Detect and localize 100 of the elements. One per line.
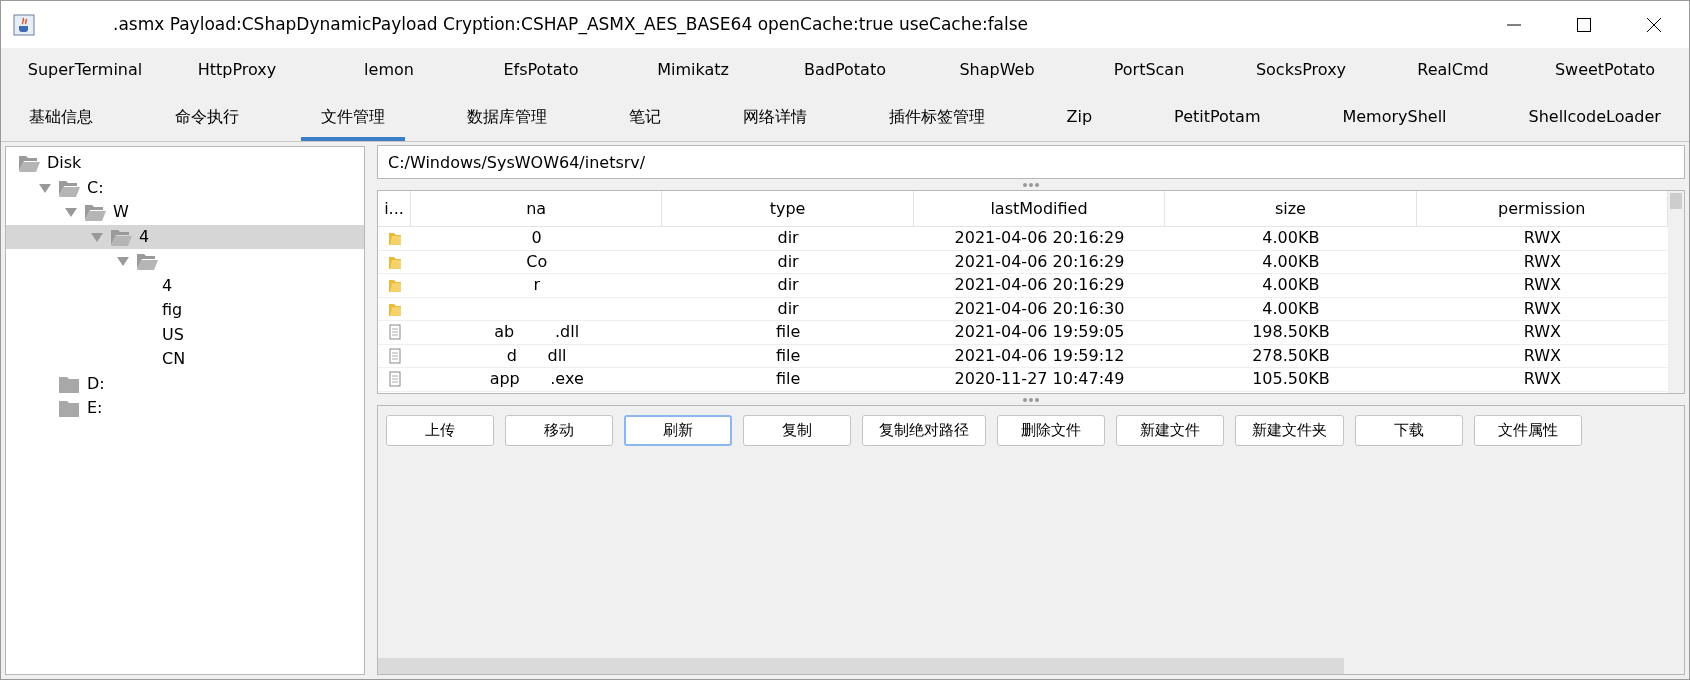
column-header[interactable]: i... bbox=[378, 191, 411, 227]
plugin-tab[interactable]: ShapWeb bbox=[921, 58, 1073, 82]
table-cell: dir bbox=[777, 274, 799, 297]
window-title: .asmx Payload:CShapDynamicPayload Cryption:CSHAP_ASMX_AES_BASE64 openCache:true useCache:false bbox=[113, 12, 1029, 37]
action-button[interactable]: 文件属性 bbox=[1474, 415, 1582, 446]
table-cell: dir bbox=[777, 297, 799, 320]
table-cell: 4.00KB bbox=[1262, 297, 1320, 320]
tree-item[interactable]: Disk bbox=[47, 151, 82, 176]
expand-arrow-icon[interactable] bbox=[90, 230, 104, 243]
table-cell: RWX bbox=[1523, 321, 1561, 344]
folder-icon bbox=[387, 277, 402, 294]
table-cell: 198.50KB bbox=[1252, 321, 1330, 344]
table-cell: r bbox=[533, 274, 540, 297]
table-cell: RWX bbox=[1523, 227, 1561, 250]
table-cell: 2020-11-27 10:47:49 bbox=[954, 368, 1125, 391]
tree-item[interactable]: C: bbox=[87, 175, 104, 200]
tree-item[interactable]: D: bbox=[87, 371, 105, 396]
table-cell: 2021-04-06 20:16:30 bbox=[954, 297, 1125, 320]
table-cell: 2021-04-06 19:59:12 bbox=[954, 344, 1125, 367]
table-cell: Co bbox=[526, 250, 548, 273]
action-button[interactable]: 移动 bbox=[505, 415, 613, 446]
tree-item[interactable]: fig bbox=[162, 298, 183, 323]
column-header[interactable]: type bbox=[662, 191, 914, 227]
table-cell: d dll bbox=[506, 344, 567, 367]
table-cell: 2021-04-06 19:59:05 bbox=[954, 321, 1125, 344]
column-header[interactable]: lastModified bbox=[913, 191, 1166, 227]
tree-item[interactable]: E: bbox=[87, 396, 103, 421]
tab[interactable]: 基础信息 bbox=[9, 92, 113, 141]
table-cell: 4.00KB bbox=[1262, 250, 1320, 273]
file-icon bbox=[387, 347, 402, 364]
table-cell: 4.00KB bbox=[1262, 274, 1320, 297]
table-cell: file bbox=[775, 368, 801, 391]
maximize-icon bbox=[1576, 16, 1592, 33]
file-icon bbox=[387, 324, 402, 341]
tree-item[interactable]: 4 bbox=[139, 224, 150, 249]
table-cell: 278.50KB bbox=[1252, 344, 1330, 367]
plugin-tab[interactable]: EfsPotato bbox=[465, 58, 617, 82]
action-button[interactable]: 删除文件 bbox=[997, 415, 1105, 446]
plugin-tab[interactable]: lemon bbox=[313, 58, 465, 82]
close-icon bbox=[1646, 16, 1662, 33]
file-icon bbox=[387, 371, 402, 388]
plugin-tab[interactable]: Mimikatz bbox=[617, 58, 769, 82]
tab[interactable]: ShellcodeLoader bbox=[1508, 92, 1681, 141]
folder-icon bbox=[18, 153, 41, 174]
action-button[interactable]: 下载 bbox=[1355, 415, 1463, 446]
column-header[interactable]: permission bbox=[1416, 191, 1668, 227]
scrollbar[interactable] bbox=[1668, 191, 1684, 393]
table-cell: RWX bbox=[1523, 274, 1561, 297]
table-cell: RWX bbox=[1523, 344, 1561, 367]
table-cell: 2021-04-06 20:16:29 bbox=[954, 274, 1125, 297]
table-cell: ab .dll bbox=[494, 321, 580, 344]
table-cell: app .exe bbox=[489, 368, 584, 391]
folder-icon bbox=[387, 230, 402, 247]
column-header[interactable]: size bbox=[1165, 191, 1417, 227]
plugin-tab[interactable]: SocksProxy bbox=[1225, 58, 1377, 82]
table-cell: RWX bbox=[1523, 250, 1561, 273]
tab[interactable]: 数据库管理 bbox=[446, 92, 567, 141]
table-cell: RWX bbox=[1523, 368, 1561, 391]
minimize-icon bbox=[1506, 23, 1522, 26]
splitter-handle[interactable] bbox=[1023, 397, 1039, 402]
app-icon bbox=[13, 13, 35, 36]
tab[interactable]: 文件管理 bbox=[300, 92, 405, 141]
splitter-handle[interactable] bbox=[1023, 182, 1039, 187]
column-header[interactable]: na bbox=[411, 191, 663, 227]
plugin-tab[interactable]: SuperTerminal bbox=[9, 58, 161, 82]
tab[interactable]: 网络详情 bbox=[722, 92, 827, 141]
action-button[interactable]: 新建文件夹 bbox=[1235, 415, 1344, 446]
table-cell: 105.50KB bbox=[1252, 368, 1330, 391]
table-cell: 2021-04-06 20:16:29 bbox=[954, 250, 1125, 273]
action-button[interactable]: 刷新 bbox=[624, 415, 732, 446]
table-cell: 2021-04-06 20:16:29 bbox=[954, 227, 1125, 250]
plugin-tab[interactable]: RealCmd bbox=[1377, 58, 1529, 82]
table-cell: file bbox=[775, 321, 801, 344]
path-field[interactable]: C:/Windows/SysWOW64/inetsrv/ bbox=[377, 145, 1685, 179]
table-cell: 0 bbox=[531, 227, 542, 250]
tab[interactable]: 命令执行 bbox=[154, 92, 259, 141]
plugin-tab[interactable]: BadPotato bbox=[769, 58, 921, 82]
table-cell: dir bbox=[777, 227, 799, 250]
tree-item[interactable]: 4 bbox=[162, 273, 173, 298]
tab[interactable]: 插件标签管理 bbox=[868, 92, 1005, 141]
plugin-tab[interactable]: SweetPotato bbox=[1529, 58, 1681, 82]
expand-arrow-icon[interactable] bbox=[38, 181, 52, 194]
action-button[interactable]: 新建文件 bbox=[1116, 415, 1224, 446]
plugin-tab[interactable]: HttpProxy bbox=[161, 58, 313, 82]
tree-item[interactable]: W bbox=[113, 200, 129, 225]
tab[interactable]: Zip bbox=[1046, 92, 1113, 141]
tab[interactable]: 笔记 bbox=[608, 92, 681, 141]
tree-item[interactable]: US bbox=[162, 322, 184, 347]
action-button[interactable]: 复制 bbox=[743, 415, 851, 446]
tab[interactable]: PetitPotam bbox=[1154, 92, 1281, 141]
tree-item[interactable]: CN bbox=[162, 347, 186, 372]
table-cell: 4.00KB bbox=[1262, 227, 1320, 250]
action-button[interactable]: 复制绝对路径 bbox=[862, 415, 986, 446]
table-cell: RWX bbox=[1523, 297, 1561, 320]
expand-arrow-icon[interactable] bbox=[116, 255, 130, 268]
action-button[interactable]: 上传 bbox=[386, 415, 494, 446]
table-cell: dir bbox=[777, 250, 799, 273]
plugin-tab[interactable]: PortScan bbox=[1073, 58, 1225, 82]
tab[interactable]: MemoryShell bbox=[1322, 92, 1467, 141]
expand-arrow-icon[interactable] bbox=[64, 206, 78, 219]
